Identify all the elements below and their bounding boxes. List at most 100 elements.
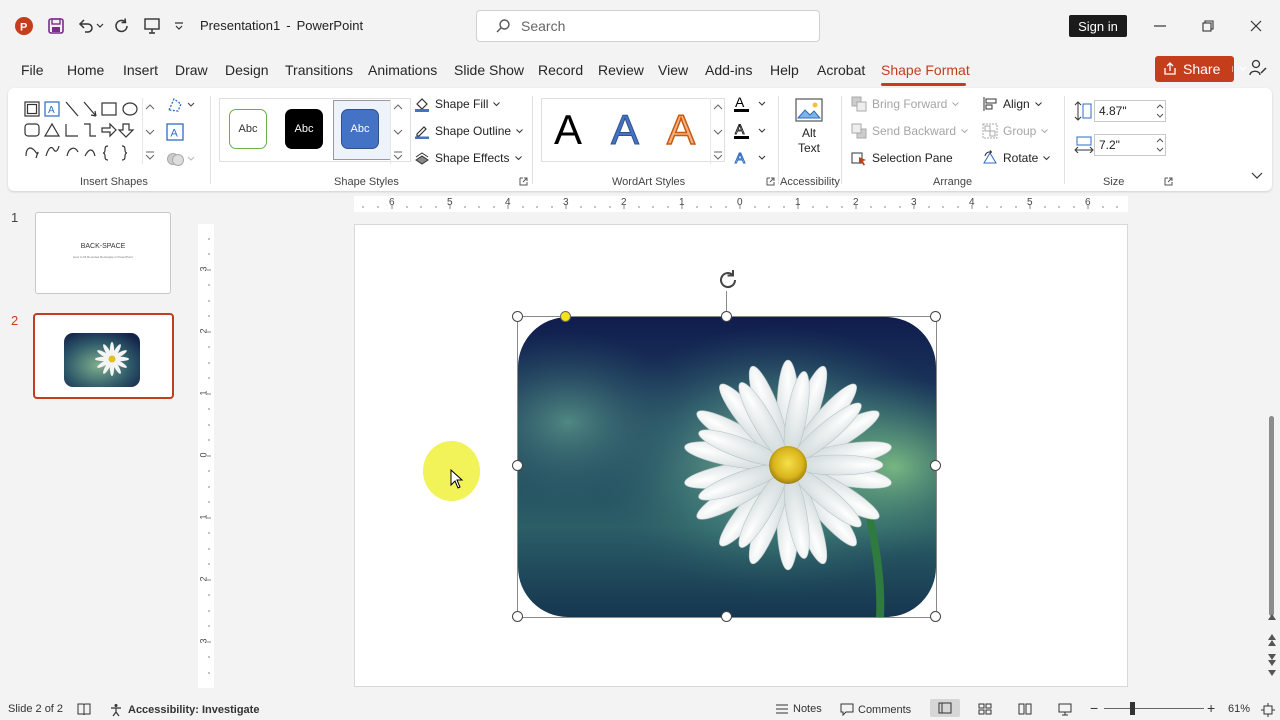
redo-icon[interactable] (110, 14, 134, 38)
tab-animations[interactable]: Animations (368, 62, 437, 78)
text-outline-button[interactable]: A (733, 121, 767, 143)
resize-handle-bottom-left[interactable] (512, 611, 523, 622)
wordart-orange-outline[interactable]: A (666, 105, 696, 154)
styles-gallery-scroll[interactable] (390, 98, 404, 164)
share-button[interactable]: Share (1155, 56, 1247, 82)
wordart-gallery-scroll[interactable] (710, 98, 724, 164)
zoom-slider-thumb[interactable] (1130, 702, 1135, 715)
tab-insert[interactable]: Insert (123, 62, 158, 78)
shape-outline-button[interactable]: Shape Outline (414, 123, 523, 139)
bring-forward-button[interactable]: Bring Forward (851, 96, 960, 112)
comments-button[interactable]: Comments (840, 703, 911, 716)
resize-handle-right[interactable] (930, 460, 941, 471)
tab-shape-format[interactable]: Shape Format (881, 62, 970, 78)
tab-file[interactable]: File (21, 62, 44, 78)
wordart-launcher-icon[interactable] (766, 177, 775, 186)
rotate-button[interactable]: Rotate (982, 150, 1051, 166)
share-dropdown-icon[interactable] (1232, 66, 1247, 72)
reading-view-icon[interactable] (1018, 703, 1032, 715)
tab-view[interactable]: View (658, 62, 688, 78)
scroll-arrows-icon[interactable] (1267, 610, 1277, 680)
tab-add-ins[interactable]: Add-ins (705, 62, 752, 78)
accessibility-status-button[interactable]: Accessibility: Investigate (110, 703, 259, 717)
shapes-gallery[interactable]: A (22, 98, 154, 162)
size-launcher-icon[interactable] (1164, 177, 1173, 186)
bring-forward-label: Bring Forward (872, 97, 948, 111)
tab-record[interactable]: Record (538, 62, 583, 78)
save-icon[interactable] (44, 14, 68, 38)
selection-pane-button[interactable]: Selection Pane (851, 150, 953, 166)
ribbon: A A Insert Shapes Abc Abc Abc Shape Fill… (8, 88, 1272, 191)
hruler-label: 6 (389, 197, 395, 208)
close-icon[interactable] (1244, 14, 1268, 38)
zoom-in-icon[interactable]: + (1207, 700, 1215, 716)
edit-shape-icon[interactable] (166, 96, 196, 116)
rotate-handle-icon[interactable] (716, 268, 740, 292)
slideshow-icon[interactable] (1058, 703, 1072, 716)
group-button[interactable]: Group (982, 123, 1049, 139)
tab-slide-show[interactable]: Slide Show (454, 62, 524, 78)
tab-acrobat[interactable]: Acrobat (817, 62, 865, 78)
undo-dropdown-icon[interactable] (94, 14, 106, 38)
wordart-blue[interactable]: A (610, 106, 639, 154)
present-icon[interactable] (140, 14, 164, 38)
daisy-picture-shape[interactable] (518, 317, 936, 617)
resize-handle-bottom[interactable] (721, 611, 732, 622)
text-effects-button[interactable]: A (733, 148, 767, 170)
shape-effects-button[interactable]: Shape Effects (414, 150, 522, 166)
tab-help[interactable]: Help (770, 62, 799, 78)
tab-transitions[interactable]: Transitions (285, 62, 353, 78)
resize-handle-top-left[interactable] (512, 311, 523, 322)
text-box-icon[interactable]: A (166, 123, 186, 141)
tab-home[interactable]: Home (67, 62, 104, 78)
slide-thumbnail-2[interactable] (33, 313, 174, 399)
paint-bucket-icon (414, 96, 430, 112)
search-box[interactable]: Search (476, 10, 820, 42)
alt-text-label-line1: Alt (801, 126, 816, 140)
fit-to-window-icon[interactable] (1261, 703, 1275, 717)
tab-design[interactable]: Design (225, 62, 269, 78)
slide-thumbnail-1[interactable]: BACK-SPACE How to fill Rounded Rectangle… (35, 212, 171, 294)
style-preset-blue[interactable]: Abc (341, 109, 379, 149)
vruler-label: 1 (198, 390, 209, 396)
tab-draw[interactable]: Draw (175, 62, 208, 78)
svg-text:P: P (20, 22, 27, 34)
chevron-down-icon (1043, 155, 1051, 161)
shape-fill-button[interactable]: Shape Fill (414, 96, 501, 112)
spelling-icon[interactable] (77, 703, 91, 716)
minimize-icon[interactable] (1148, 14, 1172, 38)
zoom-level[interactable]: 61% (1228, 703, 1250, 715)
text-fill-button[interactable]: A (733, 94, 767, 116)
zoom-slider[interactable] (1104, 708, 1204, 709)
send-backward-button[interactable]: Send Backward (851, 123, 968, 139)
resize-handle-top-right[interactable] (930, 311, 941, 322)
customize-qat-icon[interactable] (170, 14, 188, 38)
resize-handle-bottom-right[interactable] (930, 611, 941, 622)
restore-icon[interactable] (1196, 14, 1220, 38)
corner-radius-adjust-handle[interactable] (560, 311, 571, 322)
shape-styles-launcher-icon[interactable] (519, 177, 528, 186)
zoom-out-icon[interactable]: − (1090, 700, 1098, 716)
collapse-ribbon-icon[interactable] (1251, 172, 1263, 180)
resize-handle-top[interactable] (721, 311, 732, 322)
normal-view-button[interactable] (930, 699, 960, 717)
resize-handle-left[interactable] (512, 460, 523, 471)
notes-button[interactable]: Notes (775, 703, 822, 715)
mouse-pointer-icon (450, 469, 464, 489)
copilot-icon[interactable] (1248, 58, 1270, 80)
group-divider (210, 96, 211, 184)
wordart-black[interactable]: A (554, 106, 582, 154)
align-button[interactable]: Align (982, 96, 1042, 112)
alt-text-button[interactable]: Alt Text (789, 96, 829, 168)
sign-in-button[interactable]: Sign in (1069, 15, 1127, 37)
width-spinner[interactable] (1154, 135, 1166, 155)
style-preset-black[interactable]: Abc (285, 109, 323, 149)
style-preset-outline[interactable]: Abc (229, 109, 267, 149)
slide-sorter-icon[interactable] (978, 703, 992, 715)
alt-text-label-line2: Text (797, 141, 820, 155)
scrollbar-thumb[interactable] (1269, 416, 1274, 616)
shapes-gallery-scroll[interactable] (142, 98, 156, 164)
height-spinner[interactable] (1154, 101, 1166, 121)
tab-review[interactable]: Review (598, 62, 644, 78)
vertical-scrollbar[interactable] (1264, 196, 1280, 696)
